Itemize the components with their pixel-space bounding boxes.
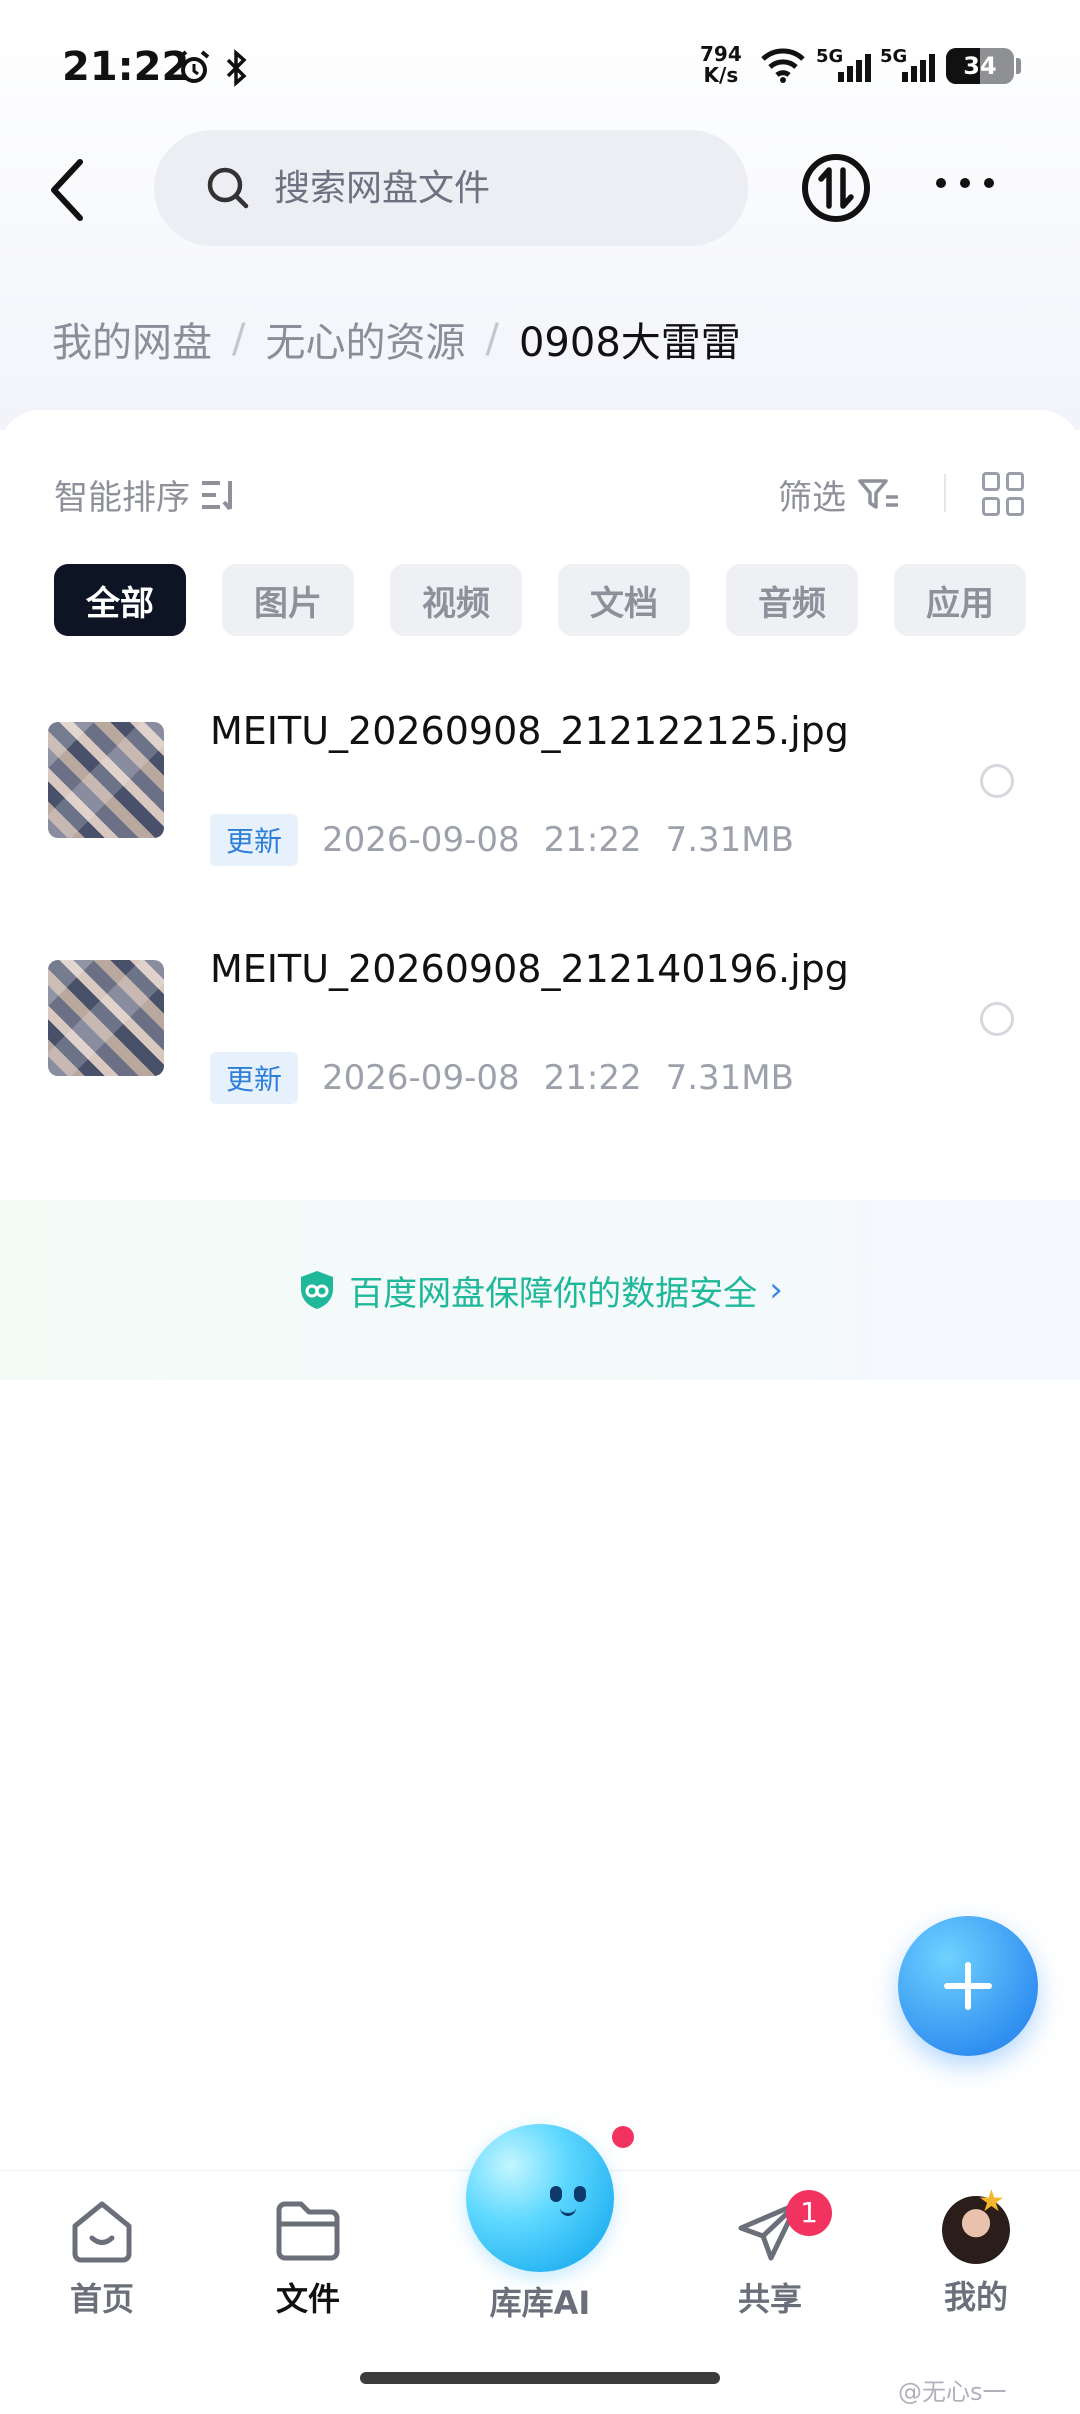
- more-button[interactable]: [936, 178, 996, 198]
- file-thumbnail: [48, 722, 164, 838]
- file-size: 7.31MB: [665, 820, 794, 860]
- eye-icon: [550, 2186, 562, 2202]
- notification-dot: [612, 2126, 634, 2148]
- chevron-left-icon: [51, 159, 83, 221]
- nav-ai[interactable]: 库库AI: [470, 2270, 610, 2324]
- alarm-icon: [174, 48, 214, 97]
- signal2-bars-icon: [902, 50, 935, 82]
- filter-icon: [858, 478, 898, 509]
- file-meta: 更新 2026-09-08 21:22 7.31MB: [210, 1052, 794, 1104]
- chip-images[interactable]: 图片: [222, 564, 354, 636]
- file-name: MEITU_20260908_212122125.jpg: [210, 709, 849, 753]
- grid-view-icon[interactable]: [982, 472, 1026, 516]
- folder-icon: [276, 2201, 340, 2261]
- file-thumbnail: [48, 960, 164, 1076]
- chip-videos[interactable]: 视频: [390, 564, 522, 636]
- update-badge: 更新: [210, 814, 299, 866]
- bluetooth-icon: [222, 48, 252, 97]
- search-icon: [207, 167, 249, 209]
- home-indicator[interactable]: [360, 2372, 720, 2384]
- file-date: 2026-09-08: [322, 820, 520, 860]
- file-time: 21:22: [543, 1058, 642, 1098]
- filter-label: 筛选: [778, 478, 846, 518]
- breadcrumb-separator: /: [485, 316, 499, 362]
- back-button[interactable]: [40, 150, 100, 230]
- sort-icon: [202, 480, 232, 510]
- safety-notice[interactable]: 百度网盘保障你的数据安全 ›: [0, 1200, 1080, 1380]
- breadcrumb-item-root[interactable]: 我的网盘: [52, 310, 212, 368]
- status-bar: 21:22 794 K/s 5G 5G 34: [0, 0, 1080, 130]
- battery-icon: 34: [946, 48, 1014, 84]
- share-count-badge: 1: [786, 2190, 832, 2236]
- search-input[interactable]: [274, 160, 694, 216]
- shield-icon: [301, 1271, 334, 1309]
- update-badge: 更新: [210, 1052, 299, 1104]
- filter-button[interactable]: 筛选: [778, 470, 900, 519]
- select-circle[interactable]: [980, 764, 1014, 798]
- file-size: 7.31MB: [665, 1058, 794, 1098]
- file-name: MEITU_20260908_212140196.jpg: [210, 947, 849, 991]
- crown-icon: ★: [978, 2184, 1005, 2219]
- chip-all[interactable]: 全部: [54, 564, 186, 636]
- sort-label: 智能排序: [54, 478, 190, 518]
- net-speed: 794 K/s: [700, 42, 742, 87]
- dot-icon: [960, 178, 970, 188]
- safety-text: 百度网盘保障你的数据安全: [349, 1273, 758, 1314]
- chip-apps[interactable]: 应用: [894, 564, 1026, 636]
- file-date: 2026-09-08: [322, 1058, 520, 1098]
- status-time: 21:22: [62, 44, 190, 90]
- dot-icon: [936, 178, 946, 188]
- battery-tip: [1016, 58, 1021, 74]
- dot-icon: [984, 178, 994, 188]
- transfer-icon: [802, 154, 870, 222]
- breadcrumb-item-current: 0908大雷雷: [518, 320, 741, 366]
- watermark: @无心s一: [898, 2378, 1007, 2406]
- transfer-button[interactable]: [800, 152, 872, 224]
- nav-mine[interactable]: 我的: [906, 2196, 1046, 2318]
- signal1-bars-icon: [838, 50, 871, 82]
- file-meta: 更新 2026-09-08 21:22 7.31MB: [210, 814, 794, 866]
- chevron-right-icon: ›: [769, 1270, 783, 1310]
- add-button[interactable]: [898, 1916, 1038, 2056]
- nav-home[interactable]: 首页: [32, 2196, 172, 2320]
- category-chips: 全部 图片 视频 文档 音频 应用: [54, 564, 1026, 636]
- search-bar[interactable]: [154, 130, 748, 246]
- nav-files[interactable]: 文件: [238, 2196, 378, 2320]
- file-time: 21:22: [543, 820, 642, 860]
- ai-assistant-icon[interactable]: [466, 2124, 614, 2272]
- toolbar-divider: [944, 474, 946, 512]
- file-row[interactable]: MEITU_20260908_212140196.jpg 更新 2026-09-…: [0, 928, 1080, 1148]
- breadcrumb-item-folder[interactable]: 无心的资源: [265, 310, 465, 368]
- chip-audio[interactable]: 音频: [726, 564, 858, 636]
- chip-documents[interactable]: 文档: [558, 564, 690, 636]
- breadcrumb: 我的网盘 / 无心的资源 / 0908大雷雷: [52, 310, 741, 368]
- sort-button[interactable]: 智能排序: [54, 470, 240, 519]
- mouth-icon: [560, 2208, 576, 2216]
- wifi-icon: [760, 46, 806, 93]
- eye-icon: [574, 2186, 586, 2202]
- home-icon: [72, 2201, 132, 2263]
- select-circle[interactable]: [980, 1002, 1014, 1036]
- breadcrumb-separator: /: [232, 316, 246, 362]
- file-row[interactable]: MEITU_20260908_212122125.jpg 更新 2026-09-…: [0, 690, 1080, 910]
